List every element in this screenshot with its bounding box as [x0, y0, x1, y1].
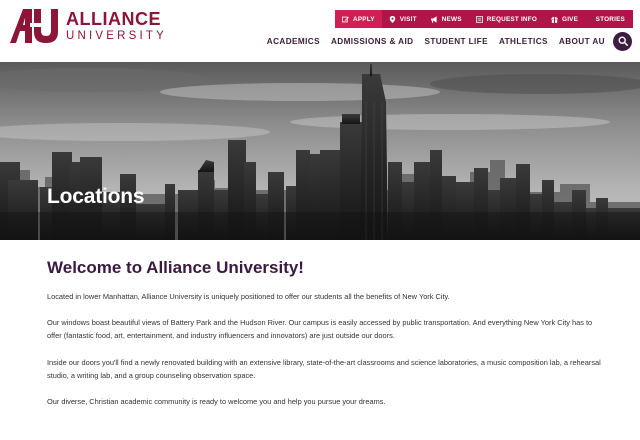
intro-paragraph: Located in lower Manhattan, Alliance Uni… [47, 292, 450, 301]
search-icon [617, 36, 628, 46]
nav-item-academics[interactable]: ACADEMICS [267, 37, 320, 46]
nav-item-admissions-aid[interactable]: ADMISSIONS & AID [331, 37, 414, 46]
main-nav: ACADEMICS ADMISSIONS & AID STUDENT LIFE … [267, 30, 632, 52]
utility-news-label: NEWS [441, 15, 462, 23]
main-content: Welcome to Alliance University! Located … [47, 258, 607, 421]
utility-give-link[interactable]: GIVE [544, 10, 585, 28]
utility-apply-label: APPLY [353, 15, 375, 23]
nav-item-athletics[interactable]: ATHLETICS [499, 37, 548, 46]
logo-wordmark-line1: ALLIANCE [66, 8, 161, 29]
utility-news-link[interactable]: NEWS [424, 10, 469, 28]
university-logo[interactable]: ALLIANCE UNIVERSITY [10, 8, 167, 44]
map-pin-icon [389, 15, 396, 23]
campus-paragraph: Our windows boast beautiful views of Bat… [47, 318, 593, 341]
utility-nav: APPLY VISIT NEWS REQUEST INFO GIVE STORI… [335, 10, 633, 28]
utility-stories-link[interactable]: STORIES [589, 10, 633, 28]
utility-give-label: GIVE [562, 15, 579, 23]
utility-stories-label: STORIES [595, 15, 625, 23]
au-logo-mark-icon [10, 9, 58, 43]
utility-visit-label: VISIT [399, 15, 417, 23]
gift-icon [551, 16, 558, 23]
info-icon [475, 15, 483, 23]
pencil-icon [342, 16, 349, 22]
welcome-heading: Welcome to Alliance University! [47, 258, 304, 277]
utility-request-info-label: REQUEST INFO [486, 15, 538, 23]
facilities-paragraph: Inside our doors you'll find a newly ren… [47, 357, 601, 380]
community-paragraph: Our diverse, Christian academic communit… [47, 397, 386, 407]
nav-item-about-au[interactable]: ABOUT AU [559, 37, 605, 46]
megaphone-icon [430, 15, 437, 23]
logo-wordmark-line2: UNIVERSITY [66, 29, 168, 42]
utility-request-info-link[interactable]: REQUEST INFO [469, 10, 544, 28]
page-title: Locations [47, 185, 145, 208]
site-header: ALLIANCE UNIVERSITY APPLY VISIT NEWS REQ… [0, 0, 640, 62]
search-button[interactable] [613, 31, 632, 51]
utility-apply-link[interactable]: APPLY [335, 10, 382, 28]
nav-item-student-life[interactable]: STUDENT LIFE [424, 37, 487, 46]
utility-visit-link[interactable]: VISIT [382, 10, 424, 28]
hero-banner: Locations [0, 62, 640, 240]
city-skyline-image [0, 62, 640, 240]
